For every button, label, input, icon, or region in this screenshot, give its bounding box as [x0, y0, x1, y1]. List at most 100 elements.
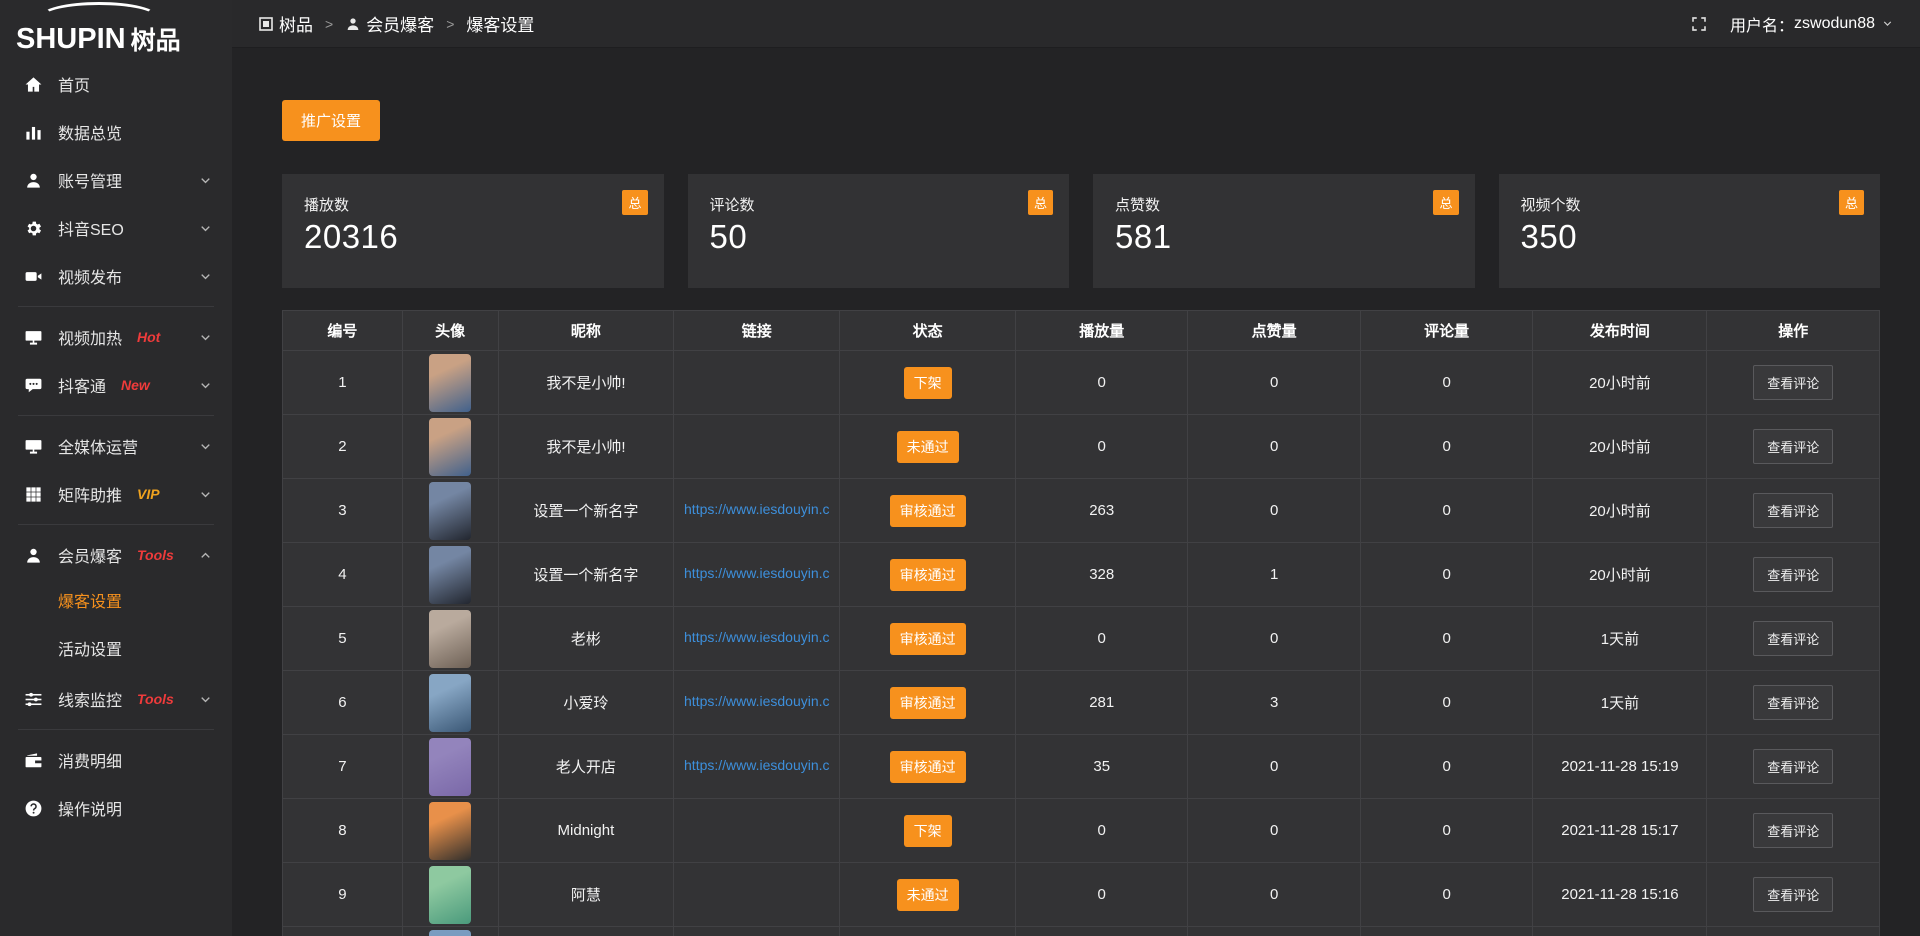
user-icon [345, 16, 361, 32]
likes-cell: 0 [1188, 863, 1360, 927]
likes-cell: 0 [1188, 799, 1360, 863]
sidebar-divider [18, 729, 214, 730]
sidebar-item[interactable]: 矩阵助推VIP [0, 470, 232, 518]
menu-badge: Hot [137, 329, 160, 345]
sidebar-item[interactable]: 操作说明 [0, 784, 232, 832]
time-cell: 2021-11-28 15:16 [1533, 863, 1707, 927]
video-link[interactable]: https://www.iesdouyin.c [684, 565, 830, 581]
view-comments-button[interactable]: 查看评论 [1753, 749, 1833, 784]
question-icon [24, 799, 43, 818]
table-row: 5老彬https://www.iesdouyin.c审核通过0001天前查看评论 [283, 607, 1880, 671]
breadcrumb-separator: > [446, 16, 454, 32]
plays-cell: 0 [1015, 351, 1187, 415]
view-comments-button[interactable]: 查看评论 [1753, 621, 1833, 656]
column-header: 头像 [402, 311, 498, 351]
sidebar-subitem[interactable]: 活动设置 [0, 627, 232, 675]
column-header: 评论量 [1360, 311, 1532, 351]
nickname: 我不是小帅! [498, 351, 674, 415]
sidebar-item[interactable]: 会员爆客Tools [0, 531, 232, 579]
comments-cell [1360, 927, 1532, 936]
sidebar-item-label: 视频加热 [58, 325, 122, 349]
sidebar-item[interactable]: 抖客通New [0, 361, 232, 409]
plays-cell: 0 [1015, 799, 1187, 863]
sidebar-item-label: 抖客通 [58, 373, 106, 397]
comments-cell: 0 [1360, 543, 1532, 607]
stat-card: 评论数50总 [688, 174, 1070, 288]
member-icon [24, 546, 43, 565]
videos-table: 编号头像昵称链接状态播放量点赞量评论量发布时间操作 1我不是小帅!下架00020… [282, 310, 1880, 936]
logo-arc [40, 2, 158, 32]
menu-badge: Tools [137, 691, 174, 707]
sidebar-divider [18, 415, 214, 416]
table-row: 4设置一个新名字https://www.iesdouyin.c审核通过32810… [283, 543, 1880, 607]
sidebar-item[interactable]: 全媒体运营 [0, 422, 232, 470]
avatar [429, 546, 471, 604]
breadcrumb-item[interactable]: 会员爆客 [345, 11, 434, 36]
view-comments-button[interactable]: 查看评论 [1753, 877, 1833, 912]
breadcrumb-separator: > [325, 16, 333, 32]
sidebar-item[interactable]: 视频加热 Hot [0, 313, 232, 361]
video-camera-icon [24, 267, 43, 286]
wallet-icon [24, 751, 43, 770]
avatar [429, 930, 471, 936]
fullscreen-icon[interactable] [1690, 15, 1708, 33]
view-comments-button[interactable]: 查看评论 [1753, 813, 1833, 848]
chevron-up-icon [199, 549, 212, 562]
chevron-down-icon [199, 270, 212, 283]
grid-icon [24, 485, 43, 504]
nickname: 我不是小帅! [498, 415, 674, 479]
sidebar-item[interactable]: 消费明细 [0, 736, 232, 784]
video-link[interactable]: https://www.iesdouyin.c [684, 501, 830, 517]
plays-cell: 0 [1015, 415, 1187, 479]
video-link[interactable]: https://www.iesdouyin.c [684, 757, 830, 773]
sidebar-item[interactable]: 线索监控 Tools [0, 675, 232, 723]
status-badge: 未通过 [897, 879, 959, 911]
sidebar-item[interactable]: 数据总览 [0, 108, 232, 156]
view-comments-button[interactable]: 查看评论 [1753, 429, 1833, 464]
avatar [429, 354, 471, 412]
user-menu[interactable]: 用户名： zswodun88 [1730, 12, 1894, 36]
nickname: Midnight [498, 799, 674, 863]
status-badge: 审核通过 [890, 687, 966, 719]
time-cell: 1天前 [1533, 671, 1707, 735]
view-comments-button[interactable]: 查看评论 [1753, 557, 1833, 592]
time-cell: 2021-11-28 15:17 [1533, 799, 1707, 863]
comments-cell: 0 [1360, 735, 1532, 799]
sliders-icon [24, 690, 43, 709]
row-number: 9 [283, 863, 403, 927]
view-comments-button[interactable]: 查看评论 [1753, 365, 1833, 400]
sidebar-item[interactable]: 抖音SEO [0, 204, 232, 252]
video-link[interactable]: https://www.iesdouyin.c [684, 629, 830, 645]
view-comments-button[interactable]: 查看评论 [1753, 493, 1833, 528]
row-number [283, 927, 403, 936]
view-comments-button[interactable]: 查看评论 [1753, 685, 1833, 720]
likes-cell: 0 [1188, 735, 1360, 799]
stat-label: 播放数 [304, 194, 642, 215]
time-cell: 20小时前 [1533, 351, 1707, 415]
promo-settings-button[interactable]: 推广设置 [282, 100, 380, 141]
sidebar-item[interactable]: 首页 [0, 60, 232, 108]
column-header: 发布时间 [1533, 311, 1707, 351]
nickname [498, 927, 674, 936]
video-link[interactable]: https://www.iesdouyin.c [684, 693, 830, 709]
table-row: 6小爱玲https://www.iesdouyin.c审核通过281301天前查… [283, 671, 1880, 735]
breadcrumb-item: 爆客设置 [466, 11, 534, 36]
sidebar: SHUPIN 树品 首页数据总览账号管理抖音SEO视频发布视频加热Hot抖客通N… [0, 0, 232, 936]
sidebar-item-label: 线索监控 [58, 687, 122, 711]
avatar [429, 610, 471, 668]
sidebar-item-label: 抖音SEO [58, 216, 124, 240]
sidebar-subitem[interactable]: 爆客设置 [0, 579, 232, 627]
column-header: 操作 [1707, 311, 1880, 351]
sidebar-item-label: 会员爆客 [58, 543, 122, 567]
table-header-row: 编号头像昵称链接状态播放量点赞量评论量发布时间操作 [283, 311, 1880, 351]
sidebar-item[interactable]: 视频发布 [0, 252, 232, 300]
avatar [429, 866, 471, 924]
plays-cell: 0 [1015, 863, 1187, 927]
sidebar-item-label: 账号管理 [58, 168, 122, 192]
sidebar-item-label: 首页 [58, 72, 90, 96]
time-cell: 20小时前 [1533, 415, 1707, 479]
sidebar-item-label: 视频发布 [58, 264, 122, 288]
breadcrumb-item[interactable]: 树品 [258, 11, 313, 36]
sidebar-item[interactable]: 账号管理 [0, 156, 232, 204]
comments-cell: 0 [1360, 799, 1532, 863]
